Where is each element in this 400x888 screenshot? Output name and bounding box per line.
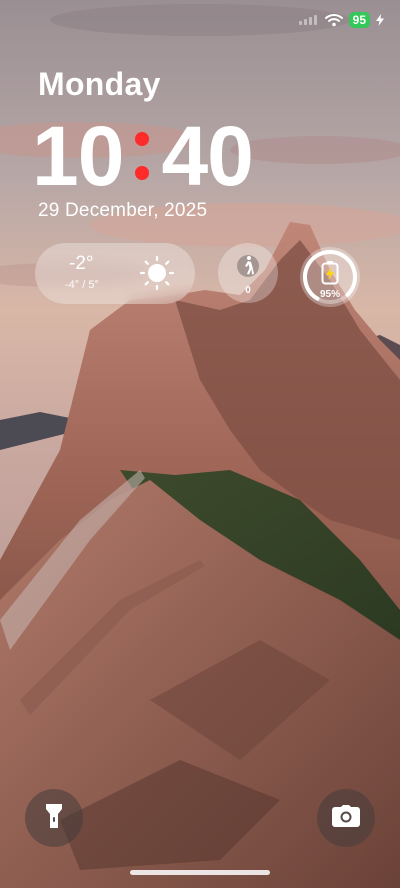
steps-count: 0 xyxy=(245,285,251,296)
clock: 10 40 xyxy=(32,106,292,206)
sun-icon xyxy=(139,255,175,291)
camera-icon xyxy=(332,804,360,832)
battery-percent: 95% xyxy=(319,289,340,300)
day-label: Monday xyxy=(38,66,161,102)
camera-button[interactable] xyxy=(317,789,375,847)
signal-icon xyxy=(298,15,319,25)
battery-widget[interactable]: 95% xyxy=(300,247,360,307)
date-label: 29 December, 2025 xyxy=(38,200,208,221)
walking-person-icon xyxy=(237,253,259,279)
weather-widget[interactable]: -2° -4° / 5° xyxy=(35,243,195,304)
battery-level-badge: 95 xyxy=(348,12,370,28)
flashlight-button[interactable] xyxy=(25,789,83,847)
wifi-icon xyxy=(324,13,343,27)
status-bar: 95 xyxy=(298,10,384,30)
clock-hours: 10 xyxy=(32,109,124,203)
battery-icon xyxy=(321,261,339,290)
clock-colon xyxy=(125,132,159,180)
weather-range: -4° / 5° xyxy=(65,279,99,291)
flashlight-icon xyxy=(44,802,64,835)
charging-icon xyxy=(376,14,384,26)
clock-minutes: 40 xyxy=(161,109,253,203)
home-indicator[interactable] xyxy=(130,870,270,875)
weather-temperature: -2° xyxy=(69,253,94,274)
steps-widget[interactable]: 0 xyxy=(218,243,278,303)
